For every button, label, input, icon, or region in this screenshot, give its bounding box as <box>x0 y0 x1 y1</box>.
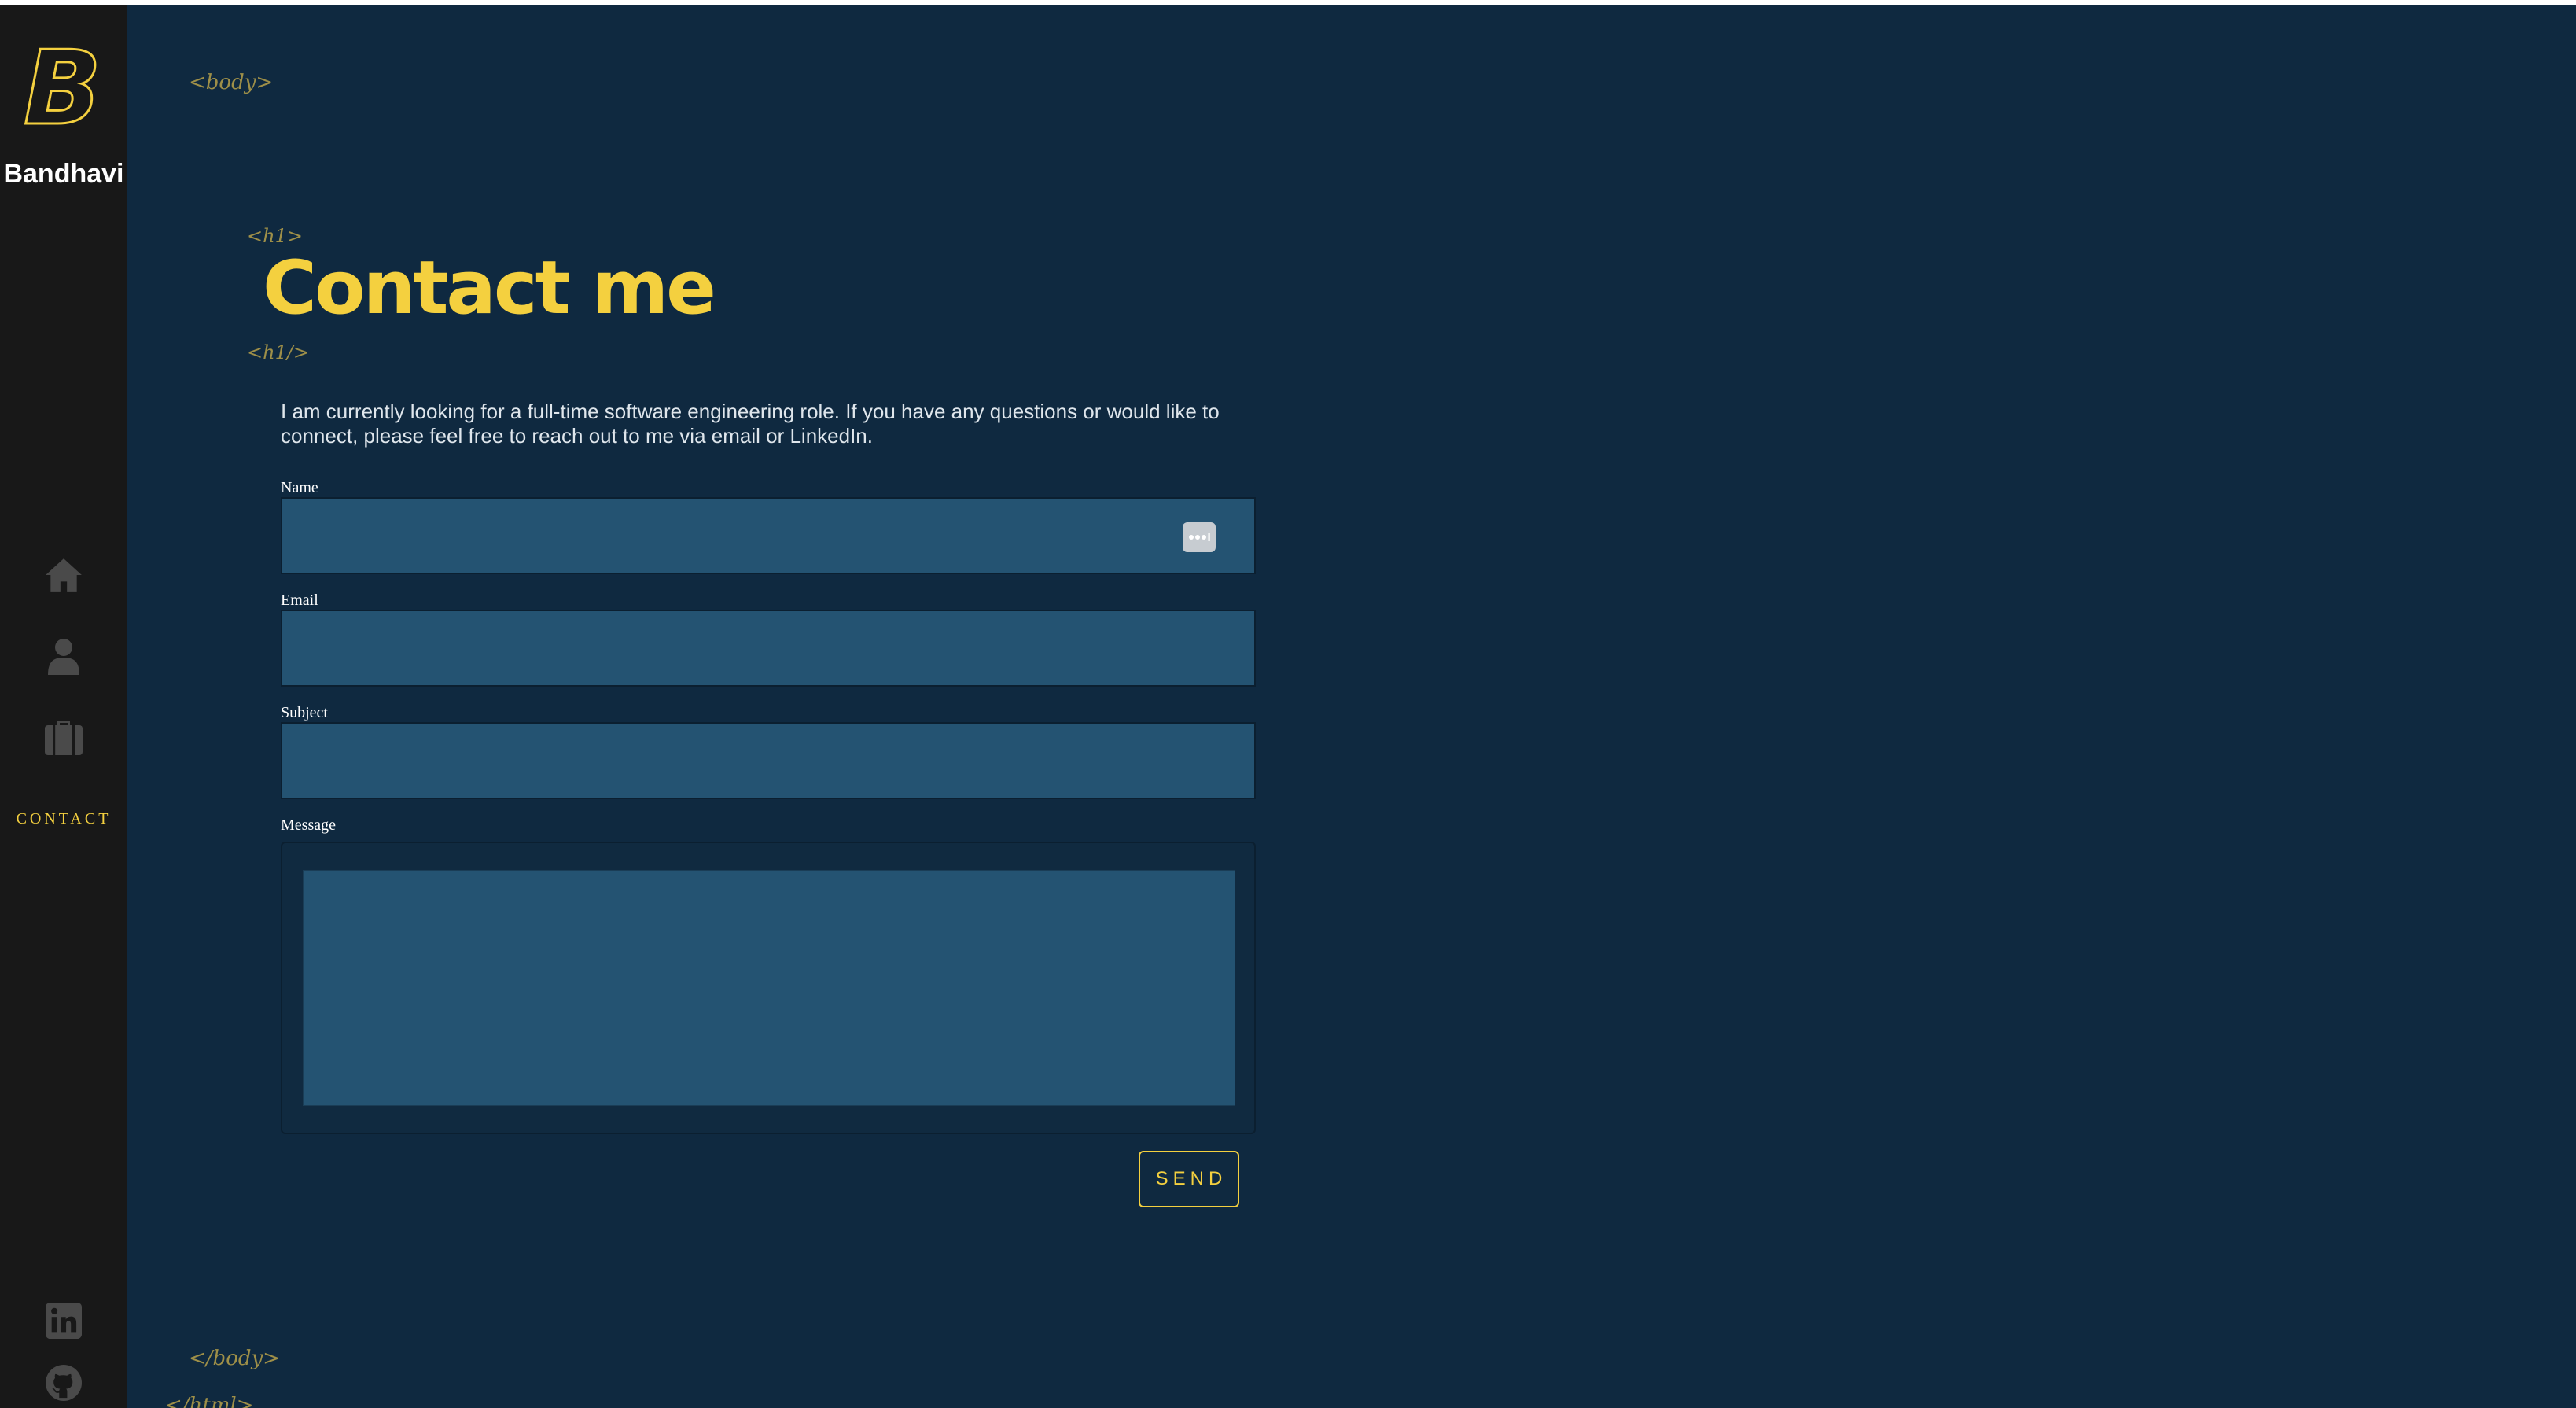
github-icon <box>46 1365 82 1401</box>
page-title: Contact me <box>263 245 716 331</box>
linkedin-icon <box>46 1303 82 1339</box>
page: B Bandhavi CONTACT <body> <h1> Contact m… <box>0 5 2576 1408</box>
sidebar: B Bandhavi CONTACT <box>0 5 127 1408</box>
html-close-tag: </html> <box>165 1394 254 1408</box>
message-field[interactable] <box>303 870 1235 1106</box>
email-label: Email <box>281 592 318 609</box>
h1-close-tag: <h1/> <box>247 341 310 363</box>
body-close-tag: </body> <box>189 1347 280 1370</box>
email-field[interactable] <box>281 610 1256 687</box>
message-container <box>281 842 1256 1134</box>
nav-contact[interactable]: CONTACT <box>0 810 127 828</box>
nav-home[interactable] <box>39 551 88 599</box>
autofill-button[interactable] <box>1183 522 1216 552</box>
logo[interactable]: B <box>23 32 110 145</box>
home-icon <box>46 558 82 592</box>
send-button[interactable]: SEND <box>1139 1151 1239 1207</box>
name-label: Name <box>281 479 318 496</box>
name-field[interactable] <box>281 497 1256 574</box>
message-label: Message <box>281 816 336 834</box>
briefcase-icon <box>45 721 83 755</box>
github-link[interactable] <box>44 1363 83 1402</box>
password-manager-icon <box>1189 533 1210 541</box>
person-icon <box>48 639 79 675</box>
h1-open-tag: <h1> <box>247 225 303 247</box>
logo-name[interactable]: Bandhavi <box>0 159 127 190</box>
nav-work[interactable] <box>39 713 88 761</box>
linkedin-link[interactable] <box>44 1301 83 1340</box>
subject-label: Subject <box>281 704 328 721</box>
intro-text: I am currently looking for a full-time s… <box>281 400 1220 448</box>
nav-about[interactable] <box>39 632 88 680</box>
body-open-tag: <body> <box>189 71 274 94</box>
subject-field[interactable] <box>281 722 1256 799</box>
